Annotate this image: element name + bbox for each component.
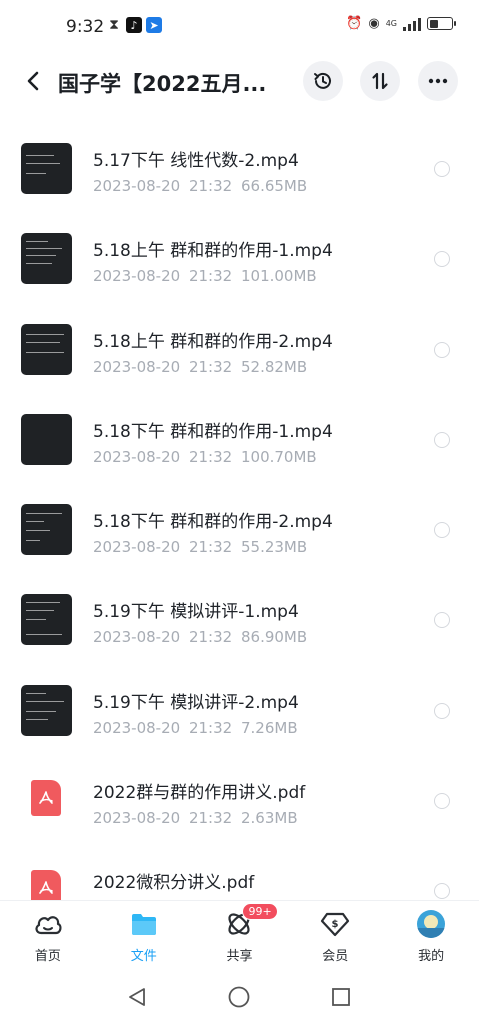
back-button[interactable] bbox=[18, 66, 48, 96]
file-meta: 2023-08-20 21:32 66.65MB bbox=[93, 177, 308, 195]
file-name: 5.19下午 模拟讲评-1.mp4 bbox=[93, 602, 299, 623]
select-radio[interactable] bbox=[434, 612, 450, 629]
file-meta: 2023-08-20 21:32 7.26MB bbox=[93, 718, 298, 737]
file-meta: 2023-08-20 21:32 2.63MB bbox=[93, 809, 298, 828]
file-name: 2022微积分讲义.pdf bbox=[93, 873, 255, 894]
list-item[interactable]: 2022群与群的作用讲义.pdf 2023-08-20 21:32 2.63MB bbox=[0, 754, 479, 844]
list-item[interactable]: 2022微积分讲义.pdf bbox=[0, 844, 479, 900]
more-dots-icon bbox=[428, 78, 448, 84]
system-home-button[interactable] bbox=[226, 984, 252, 1010]
file-name: 5.18下午 群和群的作用-2.mp4 bbox=[93, 512, 333, 533]
video-thumbnail bbox=[21, 594, 72, 646]
file-name: 5.17下午 线性代数-2.mp4 bbox=[93, 151, 299, 171]
sort-arrows-icon bbox=[372, 72, 388, 90]
signal-icon bbox=[403, 17, 421, 31]
list-item[interactable]: 5.18下午 群和群的作用-2.mp4 2023-08-20 21:32 55.… bbox=[0, 483, 479, 573]
video-thumbnail bbox=[21, 504, 72, 556]
status-left-icons: ⧗ ♪ ➤ bbox=[106, 17, 162, 33]
square-recents-icon bbox=[332, 988, 350, 1006]
status-time: 9:32 bbox=[66, 17, 105, 37]
status-bar: 9:32 ⧗ ♪ ➤ ⏰ ◉ 4G bbox=[0, 0, 479, 52]
video-thumbnail bbox=[21, 323, 72, 375]
video-thumbnail bbox=[21, 684, 72, 736]
select-radio[interactable] bbox=[434, 251, 450, 268]
tab-label: 我的 bbox=[418, 949, 445, 964]
history-button[interactable] bbox=[303, 61, 343, 101]
hotspot-icon: ◉ bbox=[368, 16, 380, 31]
header: 国子学【2022五月... bbox=[0, 58, 479, 106]
list-item[interactable]: 5.19下午 模拟讲评-1.mp4 2023-08-20 21:32 86.90… bbox=[0, 573, 479, 663]
list-item[interactable]: 5.18上午 群和群的作用-2.mp4 2023-08-20 21:32 52.… bbox=[0, 303, 479, 393]
alarm-icon: ⏰ bbox=[346, 16, 363, 31]
svg-text:$: $ bbox=[332, 919, 339, 930]
pdf-file-icon bbox=[31, 870, 61, 900]
file-meta: 2023-08-20 21:32 55.23MB bbox=[93, 538, 308, 557]
tab-label: 会员 bbox=[322, 949, 349, 964]
tiktok-icon: ♪ bbox=[126, 17, 142, 33]
hourglass-icon: ⧗ bbox=[109, 17, 119, 33]
file-list[interactable]: 5.17下午 线性代数-2.mp4 2023-08-20 21:32 66.65… bbox=[0, 122, 479, 900]
list-item[interactable]: 5.19下午 模拟讲评-2.mp4 2023-08-20 21:32 7.26M… bbox=[0, 664, 479, 754]
network-type: 4G bbox=[385, 19, 397, 28]
home-cloud-icon bbox=[33, 909, 63, 939]
history-clock-icon bbox=[314, 72, 331, 89]
page-title: 国子学【2022五月... bbox=[58, 72, 267, 96]
list-item[interactable]: 5.18上午 群和群的作用-1.mp4 2023-08-20 21:32 101… bbox=[0, 212, 479, 302]
status-right-icons: ⏰ ◉ 4G bbox=[346, 16, 456, 31]
file-name: 5.18下午 群和群的作用-1.mp4 bbox=[93, 421, 333, 442]
file-meta: 2023-08-20 21:32 100.70MB bbox=[93, 447, 317, 466]
select-radio[interactable] bbox=[434, 793, 450, 810]
file-name: 5.18上午 群和群的作用-2.mp4 bbox=[93, 331, 333, 352]
select-radio[interactable] bbox=[434, 161, 450, 177]
system-navigation-bar bbox=[0, 968, 479, 1024]
notification-badge: 99+ bbox=[242, 903, 278, 920]
share-atom-icon: 99+ bbox=[224, 903, 278, 939]
circle-home-icon bbox=[228, 986, 250, 1008]
tab-label: 共享 bbox=[226, 949, 253, 964]
list-item[interactable]: 5.18下午 群和群的作用-1.mp4 2023-08-20 21:32 100… bbox=[0, 393, 479, 483]
more-button[interactable] bbox=[418, 61, 458, 101]
select-radio[interactable] bbox=[434, 341, 450, 358]
select-radio[interactable] bbox=[434, 702, 450, 719]
select-radio[interactable] bbox=[434, 883, 450, 900]
system-recents-button[interactable] bbox=[328, 984, 354, 1010]
tab-home[interactable]: 首页 bbox=[0, 901, 96, 968]
folder-icon bbox=[129, 909, 159, 939]
vip-diamond-icon: $ bbox=[320, 909, 350, 939]
avatar-icon bbox=[417, 910, 446, 938]
video-thumbnail bbox=[21, 413, 72, 465]
app-notification-icon: ➤ bbox=[146, 17, 162, 33]
bottom-tab-bar: 首页 文件 99+ 共享 $ 会员 我的 bbox=[0, 900, 479, 968]
pdf-file-icon bbox=[31, 780, 61, 817]
tab-label: 首页 bbox=[34, 949, 61, 964]
tab-profile[interactable]: 我的 bbox=[383, 901, 479, 968]
system-back-button[interactable] bbox=[124, 984, 150, 1010]
file-name: 2022群与群的作用讲义.pdf bbox=[93, 783, 306, 804]
video-thumbnail bbox=[21, 233, 72, 285]
select-radio[interactable] bbox=[434, 522, 450, 539]
select-radio[interactable] bbox=[434, 431, 450, 448]
video-thumbnail bbox=[21, 143, 72, 194]
sort-button[interactable] bbox=[360, 61, 400, 101]
file-name: 5.18上午 群和群的作用-1.mp4 bbox=[93, 241, 333, 262]
file-meta: 2023-08-20 21:32 101.00MB bbox=[93, 267, 317, 286]
file-name: 5.19下午 模拟讲评-2.mp4 bbox=[93, 692, 299, 713]
file-meta: 2023-08-20 21:32 86.90MB bbox=[93, 628, 308, 647]
list-item[interactable]: 5.17下午 线性代数-2.mp4 2023-08-20 21:32 66.65… bbox=[0, 122, 479, 212]
chevron-left-icon bbox=[27, 71, 39, 91]
battery-icon bbox=[427, 17, 456, 30]
tab-share[interactable]: 99+ 共享 bbox=[192, 901, 288, 968]
tab-files[interactable]: 文件 bbox=[96, 901, 192, 968]
tab-label: 文件 bbox=[130, 949, 157, 964]
tab-vip[interactable]: $ 会员 bbox=[287, 901, 383, 968]
triangle-back-icon bbox=[129, 988, 145, 1006]
file-meta: 2023-08-20 21:32 52.82MB bbox=[93, 357, 308, 376]
